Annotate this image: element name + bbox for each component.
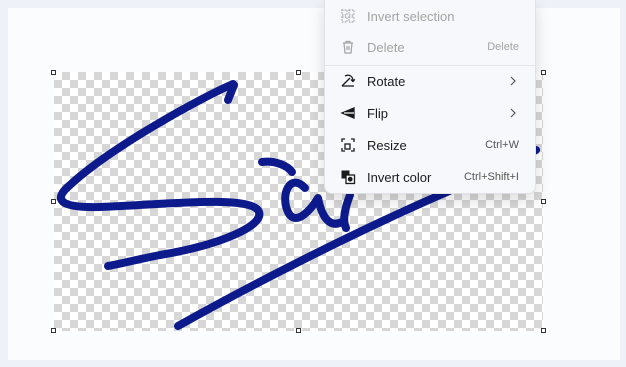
resize-handle-bottom-center[interactable] bbox=[296, 328, 301, 333]
context-menu: Invert selection Delete Delete Rotate Fl… bbox=[324, 0, 536, 194]
menu-item-flip[interactable]: Flip bbox=[329, 97, 531, 129]
resize-handle-middle-right[interactable] bbox=[541, 199, 546, 204]
menu-item-label: Delete bbox=[367, 39, 405, 55]
flip-icon bbox=[339, 104, 357, 122]
resize-handle-top-center[interactable] bbox=[296, 70, 301, 75]
menu-item-resize[interactable]: Resize Ctrl+W bbox=[329, 129, 531, 161]
menu-item-label: Rotate bbox=[367, 73, 406, 89]
rotate-icon bbox=[339, 72, 357, 90]
invert-selection-icon bbox=[339, 7, 357, 25]
menu-item-shortcut: Delete bbox=[487, 41, 519, 53]
resize-handle-bottom-left[interactable] bbox=[51, 328, 56, 333]
menu-item-label: Flip bbox=[367, 105, 388, 121]
menu-item-shortcut: Ctrl+W bbox=[485, 139, 519, 151]
invert-color-icon bbox=[339, 168, 357, 186]
resize-handle-top-right[interactable] bbox=[541, 70, 546, 75]
menu-item-invert-selection[interactable]: Invert selection bbox=[329, 0, 531, 32]
menu-item-delete[interactable]: Delete Delete bbox=[329, 31, 531, 63]
menu-item-label: Resize bbox=[367, 137, 407, 153]
trash-icon bbox=[339, 38, 357, 56]
menu-item-label: Invert color bbox=[367, 169, 432, 185]
resize-handle-middle-left[interactable] bbox=[51, 199, 56, 204]
resize-icon bbox=[339, 136, 357, 154]
chevron-right-icon bbox=[510, 76, 516, 86]
resize-handle-bottom-right[interactable] bbox=[541, 328, 546, 333]
resize-handle-top-left[interactable] bbox=[51, 70, 56, 75]
menu-item-label: Invert selection bbox=[367, 8, 455, 24]
chevron-right-icon bbox=[510, 108, 516, 118]
menu-item-rotate[interactable]: Rotate bbox=[329, 65, 531, 97]
menu-item-invert-color[interactable]: Invert color Ctrl+Shift+I bbox=[329, 161, 531, 193]
menu-item-shortcut: Ctrl+Shift+I bbox=[463, 171, 519, 183]
